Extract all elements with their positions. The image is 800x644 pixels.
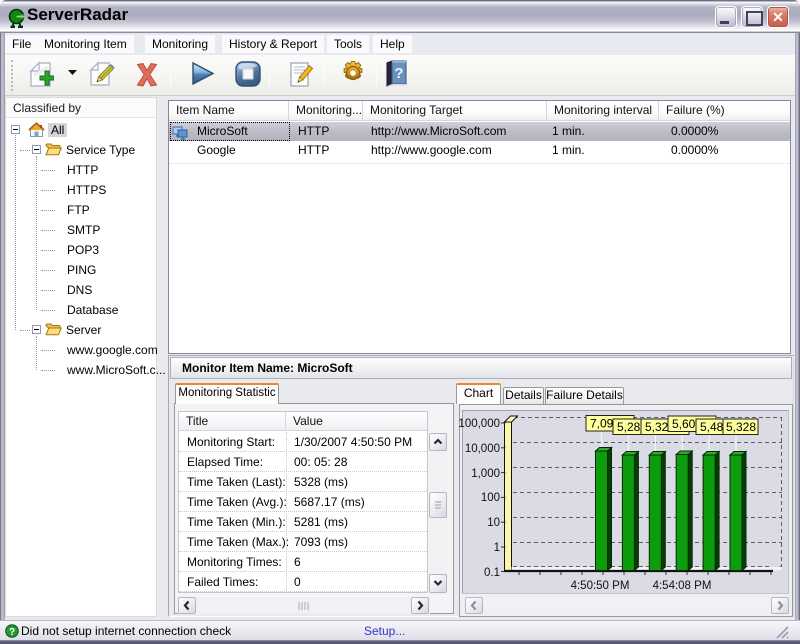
svg-text:5,328: 5,328 bbox=[726, 420, 756, 434]
svg-text:4:54:08 PM: 4:54:08 PM bbox=[653, 580, 712, 592]
svg-text:10: 10 bbox=[487, 517, 500, 529]
svg-text:1: 1 bbox=[494, 542, 500, 554]
svg-text:100: 100 bbox=[481, 492, 500, 504]
svg-text:100,000: 100,000 bbox=[458, 418, 500, 430]
svg-text:?: ? bbox=[9, 627, 15, 638]
svg-text:10,000: 10,000 bbox=[465, 443, 500, 455]
svg-text:0.1: 0.1 bbox=[484, 567, 500, 579]
svg-text:4:50:50 PM: 4:50:50 PM bbox=[571, 580, 630, 592]
svg-text:?: ? bbox=[394, 65, 403, 82]
svg-text:1,000: 1,000 bbox=[471, 468, 500, 480]
